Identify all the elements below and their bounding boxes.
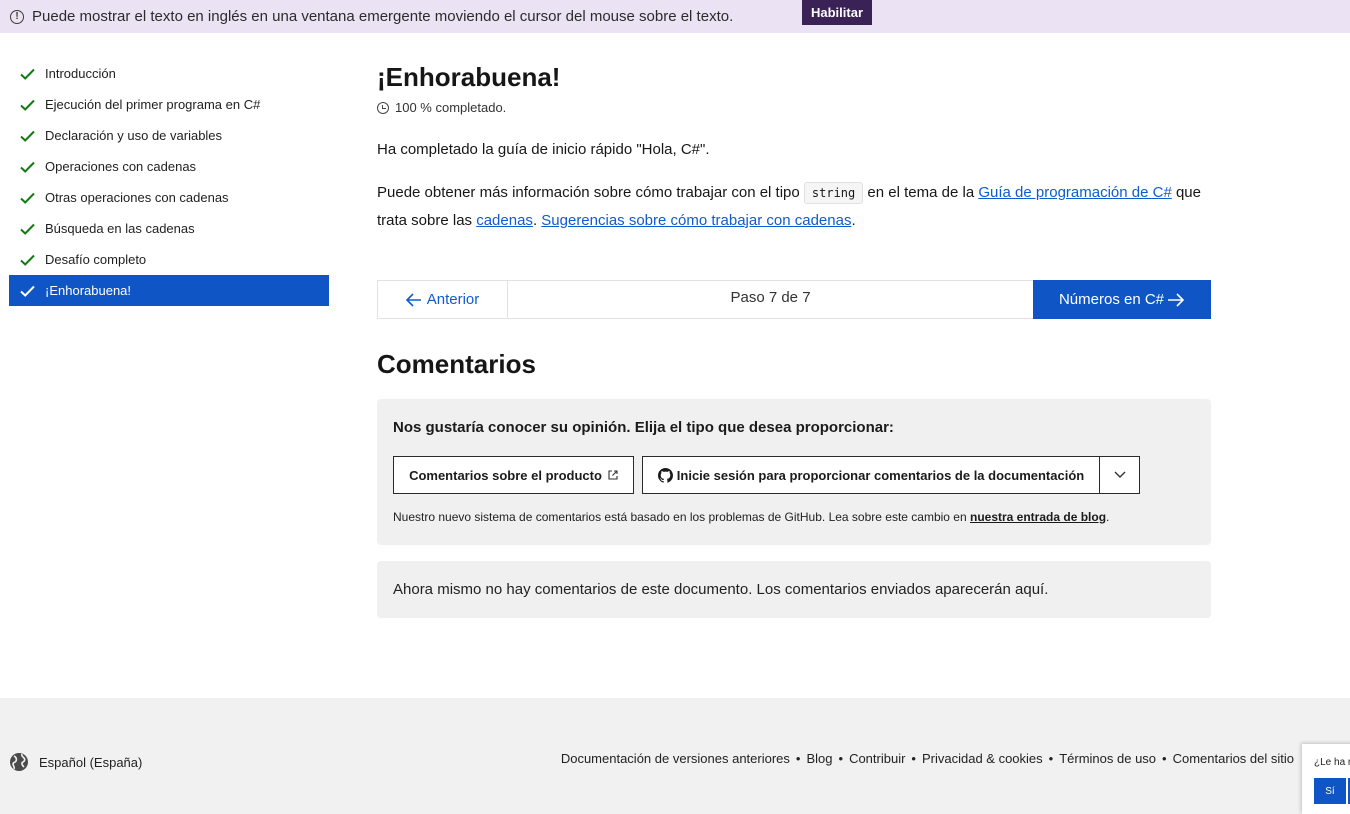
feedback-question: Nos gustaría conocer su opinión. Elija e…: [393, 419, 894, 436]
footer: Español (España) Documentación de versio…: [0, 698, 1350, 814]
footer-separator: •: [1162, 751, 1167, 766]
docs-feedback-button[interactable]: Inicie sesión para proporcionar comentar…: [643, 457, 1100, 493]
clock-icon: [377, 101, 389, 114]
footer-link[interactable]: Contribuir: [849, 751, 905, 766]
sidebar-item[interactable]: Búsqueda en las cadenas: [9, 213, 329, 244]
sidebar-item-label: Desafío completo: [45, 252, 147, 267]
product-feedback-label: Comentarios sobre el producto: [409, 467, 602, 483]
product-feedback-button[interactable]: Comentarios sobre el producto: [393, 456, 634, 494]
next-button[interactable]: Números en C#: [1033, 280, 1211, 319]
locale-selector[interactable]: Español (España): [9, 752, 142, 772]
csharp-guide-link[interactable]: Guía de programación de C#: [978, 184, 1171, 201]
sidebar-item-label: Declaración y uso de variables: [45, 128, 223, 143]
sidebar-item-label: Operaciones con cadenas: [45, 159, 197, 174]
sidebar-item-label: Introducción: [45, 66, 116, 81]
banner-text: Puede mostrar el texto en inglés en una …: [32, 8, 734, 25]
strings-link[interactable]: cadenas: [476, 212, 533, 229]
sidebar-item-label: Otras operaciones con cadenas: [45, 190, 229, 205]
sidebar-item[interactable]: Operaciones con cadenas: [9, 151, 329, 182]
next-label: Números en C#: [1058, 291, 1165, 308]
page-title: ¡Enhorabuena!: [377, 62, 561, 92]
progress-text: 100 % completado.: [395, 100, 507, 115]
satisfaction-popup: ¿Le ha r Sí: [1302, 744, 1350, 814]
footer-separator: •: [795, 751, 801, 766]
footer-separator: •: [1048, 751, 1054, 766]
text-span: en el tema de la: [863, 184, 979, 201]
feedback-dropdown-button[interactable]: [1100, 457, 1139, 493]
string-tips-link[interactable]: Sugerencias sobre cómo trabajar con cade…: [541, 212, 851, 229]
popup-yes-button[interactable]: Sí: [1314, 778, 1346, 804]
completion-paragraph: Ha completado la guía de inicio rápido "…: [377, 141, 710, 158]
sidebar-item[interactable]: Introducción: [9, 58, 329, 89]
checkmark-icon: [9, 223, 45, 235]
feedback-panel: Nos gustaría conocer su opinión. Elija e…: [377, 399, 1211, 545]
checkmark-icon: [9, 99, 45, 111]
sidebar-item[interactable]: Desafío completo: [9, 244, 329, 275]
popup-question: ¿Le ha r: [1314, 757, 1350, 768]
arrow-left-icon: [405, 292, 421, 307]
previous-label: Anterior: [426, 291, 480, 308]
sidebar-item[interactable]: ¡Enhorabuena!: [9, 275, 329, 306]
no-comments-message: Ahora mismo no hay comentarios de este d…: [377, 561, 1211, 618]
footer-link[interactable]: Términos de uso: [1059, 751, 1156, 766]
footer-separator: •: [838, 751, 844, 766]
arrow-right-icon: [1168, 292, 1185, 307]
chevron-down-icon: [1114, 471, 1125, 478]
feedback-note: Nuestro nuevo sistema de comentarios est…: [393, 510, 1109, 524]
comments-heading: Comentarios: [377, 349, 536, 379]
step-pager: Anterior Paso 7 de 7 Números en C#: [377, 280, 1211, 319]
sidebar-item[interactable]: Declaración y uso de variables: [9, 120, 329, 151]
docs-feedback-split-button: Inicie sesión para proporcionar comentar…: [642, 456, 1140, 494]
sidebar-item-label: Búsqueda en las cadenas: [45, 221, 195, 236]
sidebar-item[interactable]: Otras operaciones con cadenas: [9, 182, 329, 213]
tutorial-sidebar: Introducción Ejecución del primer program…: [9, 58, 329, 306]
text-span: .: [851, 212, 856, 229]
inline-code: string: [803, 182, 864, 204]
external-link-icon: [608, 470, 618, 480]
text-span: Puede obtener más información sobre cómo…: [377, 184, 804, 201]
enable-button[interactable]: Habilitar: [802, 0, 872, 25]
info-circle-icon: !: [10, 9, 24, 24]
footer-link[interactable]: Comentarios del sitio: [1173, 751, 1294, 766]
checkmark-icon: [9, 192, 45, 204]
checkmark-icon: [9, 68, 45, 80]
sidebar-item[interactable]: Ejecución del primer programa en C#: [9, 89, 329, 120]
previous-button[interactable]: Anterior: [378, 281, 508, 318]
checkmark-icon: [9, 254, 45, 266]
footer-link[interactable]: Documentación de versiones anteriores: [561, 751, 790, 766]
sidebar-item-label: Ejecución del primer programa en C#: [45, 97, 261, 112]
footer-links: Documentación de versiones anteriores • Bl…: [561, 751, 1294, 766]
info-paragraph: Puede obtener más información sobre cómo…: [377, 179, 1211, 235]
checkmark-icon: [9, 130, 45, 142]
docs-feedback-label: Inicie sesión para proporcionar comentar…: [676, 467, 1085, 483]
progress-status: 100 % completado.: [377, 100, 1211, 115]
footer-link[interactable]: Blog: [806, 751, 832, 766]
language-banner: ! Puede mostrar el texto en inglés en un…: [0, 0, 1350, 33]
checkmark-icon: [9, 161, 45, 173]
note-end: .: [1106, 510, 1110, 524]
main-content: ¡Enhorabuena! 100 % completado. Ha compl…: [377, 60, 1211, 618]
footer-link[interactable]: Privacidad & cookies: [922, 751, 1043, 766]
note-text: Nuestro nuevo sistema de comentarios est…: [393, 510, 970, 524]
step-indicator: Paso 7 de 7: [730, 289, 811, 306]
github-icon: [657, 467, 673, 483]
blog-post-link[interactable]: nuestra entrada de blog: [970, 510, 1106, 524]
locale-label: Español (España): [39, 754, 143, 770]
checkmark-icon: [9, 285, 45, 297]
globe-icon: [10, 753, 28, 771]
footer-separator: •: [911, 751, 916, 766]
sidebar-item-label: ¡Enhorabuena!: [45, 283, 132, 298]
